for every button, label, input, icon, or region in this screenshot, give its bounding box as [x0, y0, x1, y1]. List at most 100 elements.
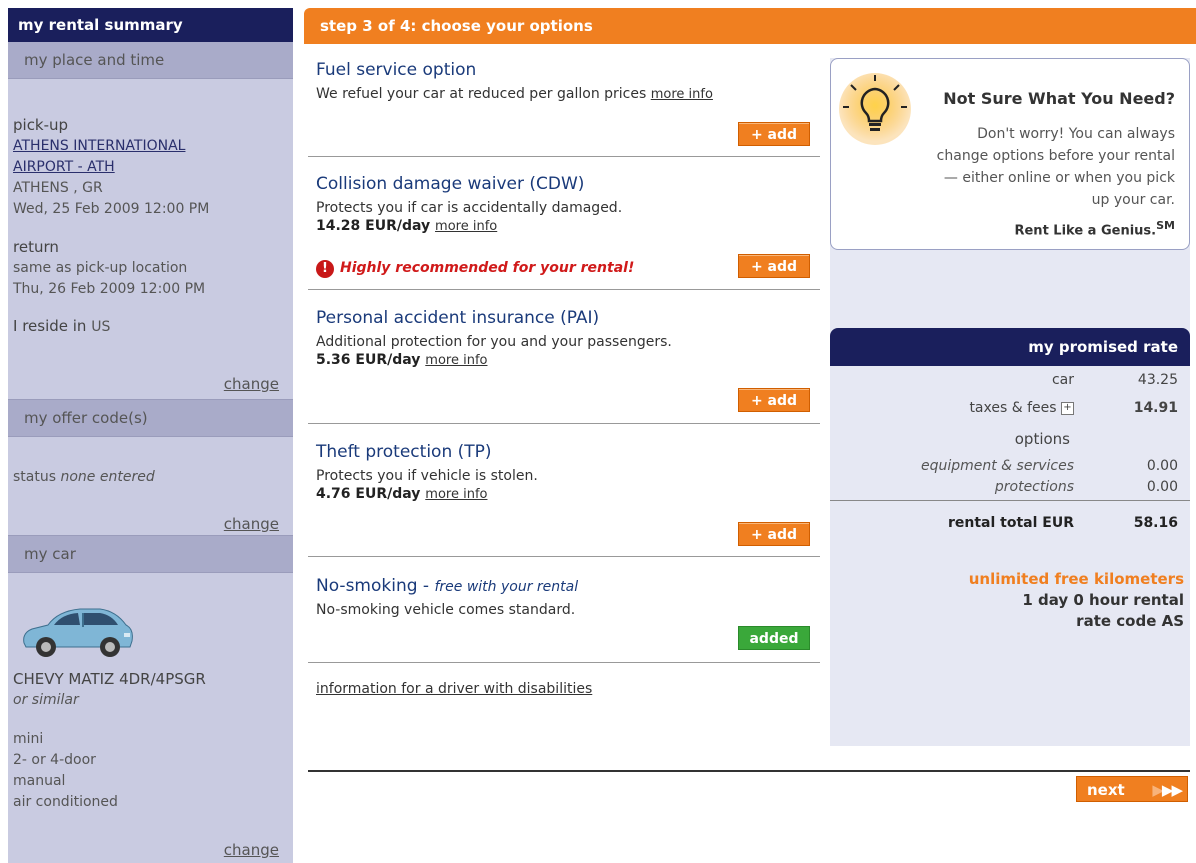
step-indicator: step 3 of 4: choose your options	[304, 8, 1196, 44]
slogan-text: Rent Like a Genius.	[1014, 223, 1157, 239]
rental-summary-sidebar: my rental summary my place and time pick…	[8, 8, 293, 863]
option-desc-text: Protects you if car is accidentally dama…	[316, 200, 623, 216]
tip-text: Don't worry! You can always change optio…	[936, 126, 1175, 208]
rate-label: protections	[994, 479, 1074, 495]
rate-value: 43.25	[1137, 372, 1178, 388]
expand-taxes-icon[interactable]: +	[1061, 401, 1074, 415]
option-price: 14.28 EUR/day	[316, 218, 431, 234]
added-no-smoking-button[interactable]: added	[738, 626, 810, 650]
rate-value: 0.00	[1146, 458, 1178, 474]
rate-label: taxes & fees	[969, 400, 1057, 416]
option-title: Collision damage waiver (CDW)	[316, 174, 585, 194]
option-desc-text: Additional protection for you and your p…	[316, 334, 672, 350]
next-arrows-icon: ▶▶▶	[1152, 781, 1183, 799]
total-value: 58.16	[1133, 515, 1178, 531]
option-title: No-smoking	[316, 576, 418, 596]
option-pai: Personal accident insurance (PAI) Additi…	[308, 308, 820, 422]
title-separator: -	[417, 576, 435, 596]
taxes-label-group: taxes & fees +	[969, 400, 1074, 416]
reside-label: I reside in	[13, 317, 87, 335]
car-similar: or similar	[13, 692, 79, 708]
option-price-row: 5.36 EUR/day more info	[316, 352, 820, 368]
option-fuel-service: Fuel service option We refuel your car a…	[308, 60, 820, 156]
total-label: rental total EUR	[947, 515, 1074, 531]
more-info-link[interactable]: more info	[425, 487, 487, 502]
return-datetime: Thu, 26 Feb 2009 12:00 PM	[13, 281, 206, 297]
offer-status-value: none entered	[60, 469, 155, 485]
rate-code: rate code AS	[1076, 612, 1184, 630]
option-tp: Theft protection (TP) Protects you if ve…	[308, 442, 820, 556]
recommendation-notice: ! Highly recommended for your rental!	[316, 260, 634, 278]
lightbulb-icon	[839, 73, 911, 145]
option-desc-text: Protects you if vehicle is stolen.	[316, 468, 538, 484]
option-title: Personal accident insurance (PAI)	[316, 308, 600, 328]
promised-rate-heading: my promised rate	[830, 328, 1190, 366]
return-label: return	[13, 238, 59, 256]
place-time-heading: my place and time	[8, 42, 293, 79]
options-heading: options	[1014, 430, 1070, 448]
pickup-datetime: Wed, 25 Feb 2009 12:00 PM	[13, 201, 210, 217]
my-car-section: CHEVY MATIZ 4DR/4PSGR or similar mini 2-…	[8, 573, 293, 863]
more-info-link[interactable]: more info	[425, 353, 487, 368]
option-title: Theft protection (TP)	[316, 442, 492, 462]
option-price-row: 14.28 EUR/day more info	[316, 218, 820, 234]
rate-value: 0.00	[1146, 479, 1178, 495]
add-pai-button[interactable]: + add	[738, 388, 810, 412]
option-description: We refuel your car at reduced per gallon…	[316, 86, 820, 102]
car-spec: manual	[13, 773, 66, 789]
add-tp-button[interactable]: + add	[738, 522, 810, 546]
car-spec: 2- or 4-door	[13, 752, 96, 768]
add-cdw-button[interactable]: + add	[738, 254, 810, 278]
option-title-row: No-smoking - free with your rental	[316, 576, 820, 596]
free-note: free with your rental	[434, 579, 579, 595]
change-offer-link[interactable]: change	[224, 515, 279, 533]
option-price: 5.36 EUR/day	[316, 352, 421, 368]
option-no-smoking: No-smoking - free with your rental No-sm…	[308, 576, 820, 662]
sidebar-title: my rental summary	[8, 8, 293, 42]
car-image	[23, 608, 133, 657]
more-info-link[interactable]: more info	[651, 87, 713, 102]
divider	[308, 289, 820, 290]
car-spec: air conditioned	[13, 794, 118, 810]
tip-slogan: Rent Like a Genius.SM	[1014, 219, 1175, 238]
disabilities-info-link[interactable]: information for a driver with disabiliti…	[316, 681, 592, 697]
more-info-link[interactable]: more info	[435, 219, 497, 234]
car-model: CHEVY MATIZ 4DR/4PSGR	[13, 670, 206, 688]
rate-value: 14.91	[1133, 400, 1178, 416]
alert-icon: !	[316, 260, 334, 278]
option-price: 4.76 EUR/day	[316, 486, 421, 502]
pickup-location-line2[interactable]: AIRPORT - ATH	[13, 157, 209, 178]
option-desc-text: No-smoking vehicle comes standard.	[316, 602, 576, 618]
offer-code-section: status none entered change	[8, 437, 293, 535]
divider	[308, 662, 820, 663]
divider	[308, 423, 820, 424]
car-spec: mini	[13, 731, 44, 747]
divider	[308, 556, 820, 557]
offer-code-heading: my offer code(s)	[8, 399, 293, 437]
change-place-time-link[interactable]: change	[224, 375, 279, 393]
rental-duration: 1 day 0 hour rental	[1022, 591, 1184, 609]
offer-status-label: status	[13, 469, 57, 485]
option-desc-text: We refuel your car at reduced per gallon…	[316, 86, 647, 102]
tip-title: Not Sure What You Need?	[943, 89, 1175, 108]
service-mark: SM	[1156, 219, 1175, 232]
next-button[interactable]: next ▶▶▶	[1076, 776, 1188, 802]
help-tip-box: Not Sure What You Need? Don't worry! You…	[830, 58, 1190, 250]
option-title: Fuel service option	[316, 60, 477, 80]
recommendation-text: Highly recommended for your rental!	[340, 260, 635, 276]
pickup-city: ATHENS , GR	[13, 180, 103, 196]
rate-divider	[830, 500, 1190, 501]
pickup-label: pick-up	[13, 116, 69, 134]
next-label: next	[1087, 781, 1125, 799]
pickup-location-line1[interactable]: ATHENS INTERNATIONAL	[13, 136, 209, 157]
my-car-heading: my car	[8, 535, 293, 573]
place-time-section: pick-up ATHENS INTERNATIONAL AIRPORT - A…	[8, 79, 293, 399]
rate-label: car	[1051, 372, 1074, 388]
return-location: same as pick-up location	[13, 260, 188, 276]
change-car-link[interactable]: change	[224, 841, 279, 859]
option-cdw: Collision damage waiver (CDW) Protects y…	[308, 174, 820, 288]
bottom-rule	[308, 770, 1190, 772]
reside-country: US	[91, 319, 111, 335]
divider	[308, 156, 820, 157]
add-fuel-button[interactable]: + add	[738, 122, 810, 146]
